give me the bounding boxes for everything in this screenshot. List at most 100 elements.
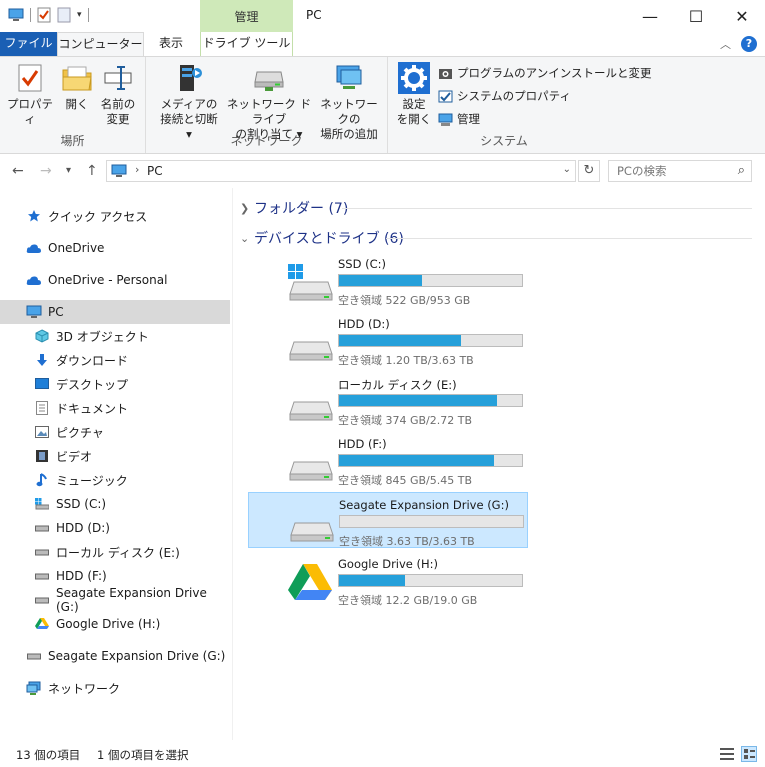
group-header-devices[interactable]: ⌄ デバイスとドライブ (6) (240, 228, 404, 248)
chevron-right-icon: ❯ (240, 201, 250, 215)
google-drive-icon (288, 564, 332, 600)
group-header-folders[interactable]: ❯ フォルダー (7) (240, 198, 348, 218)
drive-usage-fill (339, 455, 495, 466)
computer-icon (26, 304, 42, 320)
drive-usage-fill (339, 575, 405, 586)
minimize-icon: — (642, 6, 658, 26)
close-button[interactable]: ✕ (719, 0, 765, 32)
sidebar-item-hdd-f[interactable]: HDD (F:) (0, 564, 230, 588)
sidebar-item-network[interactable]: ネットワーク (0, 676, 230, 700)
sidebar-item-3d-objects[interactable]: 3D オブジェクト (0, 324, 230, 348)
up-arrow-icon[interactable]: ↑ (86, 163, 98, 179)
maximize-button[interactable]: ☐ (673, 0, 719, 32)
sidebar-item-label: HDD (D:) (56, 521, 110, 535)
pane-divider[interactable] (232, 188, 233, 740)
rename-label-2: 変更 (106, 112, 130, 126)
drive-free-space: 空き領域 3.63 TB/3.63 TB (339, 535, 475, 548)
sidebar-item-quick-access[interactable]: クイック アクセス (0, 204, 230, 228)
separator (30, 8, 31, 22)
address-bar[interactable]: › PC ⌄ (106, 160, 576, 182)
sidebar-item-google-drive-h[interactable]: Google Drive (H:) (0, 612, 230, 636)
sidebar-item-downloads[interactable]: ダウンロード (0, 348, 230, 372)
sidebar-item-label: SSD (C:) (56, 497, 107, 511)
network-icon (26, 680, 42, 696)
back-arrow-icon[interactable]: ← (12, 163, 24, 179)
open-button[interactable]: 開く (60, 63, 94, 112)
sidebar-item-pictures[interactable]: ピクチャ (0, 420, 230, 444)
tab-view[interactable]: 表示 (148, 32, 194, 56)
sidebar-item-seagate-g[interactable]: Seagate Expansion Drive (G:) (0, 586, 230, 614)
drive-name: HDD (F:) (338, 437, 387, 451)
drive-tile-seagate-g[interactable]: Seagate Expansion Drive (G:) 空き領域 3.63 T… (248, 492, 528, 548)
search-input[interactable] (617, 161, 727, 181)
sidebar-item-documents[interactable]: ドキュメント (0, 396, 230, 420)
window-title: PC (306, 8, 322, 22)
sidebar-item-ssd-c[interactable]: SSD (C:) (0, 492, 230, 516)
breadcrumb-chevron-icon[interactable]: › (135, 163, 139, 176)
drive-usage-bar (339, 515, 524, 528)
tab-computer[interactable]: コンピューター (57, 32, 144, 57)
drive-tile-ssd-c[interactable]: SSD (C:) 空き領域 522 GB/953 GB (248, 252, 528, 308)
drive-usage-bar (338, 394, 523, 407)
ribbon-group-label: 場所 (60, 134, 85, 148)
sidebar-item-label: ミュージック (56, 473, 128, 488)
new-folder-icon[interactable] (57, 7, 71, 23)
onedrive-cloud-icon (26, 240, 42, 256)
collapse-ribbon-icon[interactable]: ︿ (720, 36, 731, 52)
sidebar-item-local-e[interactable]: ローカル ディスク (E:) (0, 540, 230, 564)
drive-tile-hdd-f[interactable]: HDD (F:) 空き領域 845 GB/5.45 TB (248, 432, 528, 488)
search-icon[interactable]: ⌕ (738, 163, 745, 178)
minimize-button[interactable]: — (627, 0, 673, 32)
tiles-view-icon[interactable] (741, 746, 757, 762)
ribbon-group-location: プロパティ 開く 名前の 変更 場所 (0, 57, 146, 153)
map-network-drive-button[interactable]: ネットワーク ドライブ の割り当て ▾ (222, 63, 316, 142)
manage-button[interactable]: 管理 (438, 111, 480, 127)
hard-drive-icon (290, 522, 334, 542)
drive-usage-bar (338, 454, 523, 467)
network-location-icon (333, 63, 365, 93)
address-dropdown-icon[interactable]: ⌄ (563, 164, 571, 175)
open-folder-icon (61, 63, 93, 93)
sidebar-item-onedrive-personal[interactable]: OneDrive - Personal (0, 268, 230, 292)
manage-context-tab[interactable]: 管理 (200, 0, 293, 32)
sidebar-item-label: PC (48, 305, 64, 319)
network-drive-label-1: ネットワーク ドライブ (226, 97, 312, 126)
drive-tile-google-drive-h[interactable]: Google Drive (H:) 空き領域 12.2 GB/19.0 GB (248, 552, 528, 608)
forward-arrow-icon[interactable]: → (40, 163, 52, 179)
sidebar-item-videos[interactable]: ビデオ (0, 444, 230, 468)
tab-file[interactable]: ファイル (0, 32, 57, 56)
google-drive-icon (34, 616, 50, 632)
onedrive-cloud-icon (26, 272, 42, 288)
sidebar-item-onedrive[interactable]: OneDrive (0, 236, 230, 260)
close-icon: ✕ (735, 6, 749, 26)
help-icon[interactable]: ? (741, 36, 757, 52)
breadcrumb-pc[interactable]: PC (147, 164, 163, 178)
drive-tile-local-e[interactable]: ローカル ディスク (E:) 空き領域 374 GB/2.72 TB (248, 372, 528, 428)
open-settings-button[interactable]: 設定 を開く (394, 62, 434, 127)
sidebar-item-music[interactable]: ミュージック (0, 468, 230, 492)
details-view-icon[interactable] (719, 746, 735, 762)
drive-free-space: 空き領域 1.20 TB/3.63 TB (338, 354, 474, 367)
refresh-button[interactable]: ↻ (578, 160, 600, 182)
add-network-location-button[interactable]: ネットワークの 場所の追加 (316, 63, 382, 142)
rename-button[interactable]: 名前の 変更 (98, 63, 138, 127)
customize-qat-dropdown-icon[interactable]: ▾ (77, 10, 82, 20)
properties-label: プロパティ (7, 97, 53, 126)
recent-locations-icon[interactable]: ▾ (66, 165, 71, 176)
uninstall-programs-button[interactable]: プログラムのアンインストールと変更 (438, 65, 651, 81)
sidebar-item-pc[interactable]: PC (0, 300, 230, 324)
sidebar-item-seagate-g-root[interactable]: Seagate Expansion Drive (G:) (0, 644, 230, 668)
drive-usage-fill (339, 335, 462, 346)
ribbon-group-network: メディアの 接続と切断 ▾ ネットワーク ドライブ の割り当て ▾ ネットワーク… (146, 57, 388, 153)
media-label-1: メディアの (160, 97, 218, 111)
media-connect-button[interactable]: メディアの 接続と切断 ▾ (160, 63, 218, 142)
drive-tile-hdd-d[interactable]: HDD (D:) 空き領域 1.20 TB/3.63 TB (248, 312, 528, 368)
sidebar-item-hdd-d[interactable]: HDD (D:) (0, 516, 230, 540)
properties-button[interactable]: プロパティ (6, 63, 54, 127)
hard-drive-icon (289, 341, 333, 361)
system-properties-button[interactable]: システムのプロパティ (438, 88, 571, 104)
sidebar-item-desktop[interactable]: デスクトップ (0, 372, 230, 396)
search-box[interactable]: ⌕ (608, 160, 752, 182)
properties-icon[interactable] (37, 7, 51, 23)
computer-icon (111, 164, 127, 177)
